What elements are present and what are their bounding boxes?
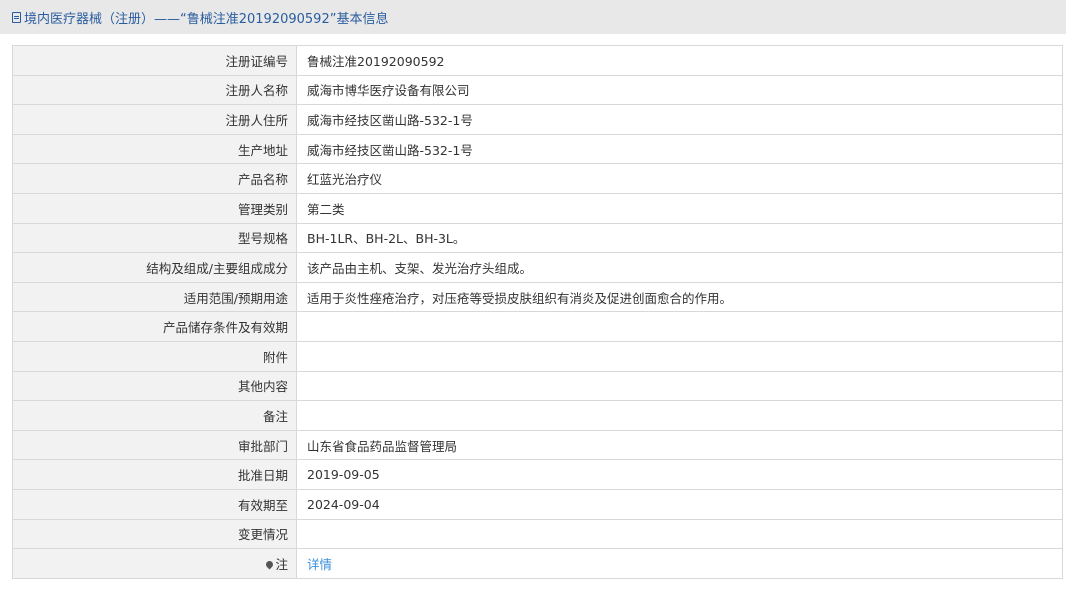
field-label: 变更情况 <box>12 518 297 550</box>
table-row: 型号规格 BH-1LR、BH-2L、BH-3L。 <box>12 222 1063 254</box>
field-label: 注册人名称 <box>12 74 297 106</box>
field-value: 该产品由主机、支架、发光治疗头组成。 <box>296 252 1063 283</box>
table-row: 管理类别 第二类 <box>12 192 1063 224</box>
table-row: 附件 <box>12 340 1063 372</box>
note-label: 注 <box>275 556 288 572</box>
page-header: 境内医疗器械（注册）——“鲁械注准20192090592”基本信息 <box>0 0 1066 34</box>
field-value: 鲁械注准20192090592 <box>296 45 1063 76</box>
note-label-cell: 注 <box>12 548 297 579</box>
field-value: 2024-09-04 <box>296 488 1063 520</box>
table-row: 注册人名称 威海市博华医疗设备有限公司 <box>12 74 1063 106</box>
details-link[interactable]: 详情 <box>307 557 332 572</box>
field-value <box>296 400 1063 431</box>
table-row: 生产地址 威海市经技区凿山路-532-1号 <box>12 133 1063 165</box>
field-label: 产品名称 <box>12 163 297 194</box>
field-label: 结构及组成/主要组成成分 <box>12 252 297 283</box>
field-label: 型号规格 <box>12 222 297 254</box>
table-row: 注册证编号 鲁械注准20192090592 <box>12 45 1063 76</box>
field-value: 威海市经技区凿山路-532-1号 <box>296 104 1063 135</box>
table-row: 变更情况 <box>12 518 1063 550</box>
field-label: 其他内容 <box>12 370 297 402</box>
field-value: 2019-09-05 <box>296 459 1063 490</box>
table-row: 有效期至 2024-09-04 <box>12 488 1063 520</box>
document-icon <box>12 11 21 23</box>
field-label: 适用范围/预期用途 <box>12 281 297 313</box>
note-row: 注 详情 <box>12 548 1063 579</box>
field-label: 批准日期 <box>12 459 297 490</box>
table-row: 适用范围/预期用途 适用于炎性痤疮治疗，对压疮等受损皮肤组织有消炎及促进创面愈合的… <box>12 281 1063 313</box>
field-value: 山东省食品药品监督管理局 <box>296 429 1063 461</box>
field-label: 产品储存条件及有效期 <box>12 311 297 342</box>
field-value <box>296 311 1063 342</box>
table-row: 审批部门 山东省食品药品监督管理局 <box>12 429 1063 461</box>
table-row: 备注 <box>12 400 1063 431</box>
field-value: 威海市经技区凿山路-532-1号 <box>296 133 1063 165</box>
field-value <box>296 518 1063 550</box>
field-label: 注册人住所 <box>12 104 297 135</box>
field-label: 注册证编号 <box>12 45 297 76</box>
field-label: 生产地址 <box>12 133 297 165</box>
table-row: 其他内容 <box>12 370 1063 402</box>
field-value: 威海市博华医疗设备有限公司 <box>296 74 1063 106</box>
table-row: 产品储存条件及有效期 <box>12 311 1063 342</box>
table-row: 注册人住所 威海市经技区凿山路-532-1号 <box>12 104 1063 135</box>
info-table-body: 注册证编号 鲁械注准20192090592 注册人名称 威海市博华医疗设备有限公司 注册… <box>12 45 1063 579</box>
info-table: 注册证编号 鲁械注准20192090592 注册人名称 威海市博华医疗设备有限公司 注册… <box>12 45 1063 579</box>
field-label: 附件 <box>12 340 297 372</box>
field-value <box>296 370 1063 402</box>
table-row: 批准日期 2019-09-05 <box>12 459 1063 490</box>
table-row: 产品名称 红蓝光治疗仪 <box>12 163 1063 194</box>
note-value-cell: 详情 <box>296 548 1063 579</box>
field-value: 适用于炎性痤疮治疗，对压疮等受损皮肤组织有消炎及促进创面愈合的作用。 <box>296 281 1063 313</box>
field-label: 备注 <box>12 400 297 431</box>
field-value <box>296 340 1063 372</box>
field-label: 审批部门 <box>12 429 297 461</box>
table-row: 结构及组成/主要组成成分 该产品由主机、支架、发光治疗头组成。 <box>12 252 1063 283</box>
field-label: 管理类别 <box>12 192 297 224</box>
page-title: 境内医疗器械（注册）——“鲁械注准20192090592”基本信息 <box>24 11 389 27</box>
field-value: 第二类 <box>296 192 1063 224</box>
field-value: 红蓝光治疗仪 <box>296 163 1063 194</box>
pin-icon <box>265 559 275 570</box>
field-label: 有效期至 <box>12 488 297 520</box>
field-value: BH-1LR、BH-2L、BH-3L。 <box>296 222 1063 254</box>
